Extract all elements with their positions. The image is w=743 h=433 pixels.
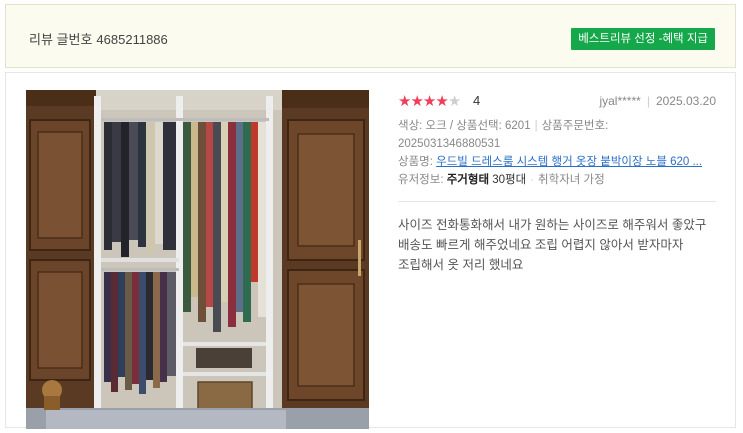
order-number-label: 상품주문번호: <box>541 120 609 132</box>
review-header: 리뷰 글번호 4685211886 베스트리뷰 선정 -혜택 지급 <box>5 4 736 68</box>
review-meta: jyal***** | 2025.03.20 <box>599 94 716 108</box>
user-info-line: 유저정보: 주거형태 30평대 · 취학자녀 가정 <box>398 171 716 189</box>
review-date: 2025.03.20 <box>655 94 716 108</box>
best-review-badge: 베스트리뷰 선정 -혜택 지급 <box>571 28 715 50</box>
star-rating: ★★★★★ <box>398 92 461 110</box>
user-info-extra: 취학자녀 가정 <box>538 174 605 186</box>
review-photo[interactable] <box>26 90 369 429</box>
star-icon: ★ <box>410 93 423 110</box>
review-number-value: 4685211886 <box>96 32 168 47</box>
rating-score: 4 <box>473 93 481 108</box>
closet-photo-image <box>26 90 369 429</box>
meta-divider: | <box>646 94 650 108</box>
star-icon: ★ <box>435 93 448 110</box>
order-number: 2025031346880531 <box>398 138 501 150</box>
review-body: 사이즈 전화통화해서 내가 원하는 사이즈로 해주워서 좋았구 배송도 빠르게 … <box>398 218 707 272</box>
user-info-housing-size: 30평대 <box>492 174 527 186</box>
info-divider <box>398 201 716 202</box>
star-icon: ★ <box>422 93 436 110</box>
star-icon: ★ <box>398 93 411 110</box>
review-number: 리뷰 글번호 4685211886 <box>29 29 168 48</box>
product-line: 상품명: 우드빌 드레스룸 시스템 행거 옷장 붙박이장 노블 620 ... <box>398 153 703 171</box>
user-info-divider: · <box>530 174 535 186</box>
option-divider: | <box>534 120 538 132</box>
user-info-housing-type: 주거형태 <box>446 174 490 186</box>
option-text: 색상: 오크 / 상품선택: 6201 <box>398 120 531 132</box>
user-info-label: 유저정보: <box>398 174 444 186</box>
review-info: ★★★★★ 4 jyal***** | 2025.03.20 색상: 오크 / 상품… <box>398 90 716 275</box>
star-empty-icon: ★ <box>447 93 461 110</box>
rating-row: ★★★★★ 4 jyal***** | 2025.03.20 <box>398 90 716 112</box>
review-number-label: 리뷰 글번호 <box>29 32 93 47</box>
review-card: ★★★★★ 4 jyal***** | 2025.03.20 색상: 오크 / 상품… <box>5 72 736 429</box>
product-label: 상품명: <box>398 156 433 168</box>
product-name-link[interactable]: 우드빌 드레스룸 시스템 행거 옷장 붙박이장 노블 620 ... <box>436 156 702 168</box>
option-line: 색상: 오크 / 상품선택: 6201 | 상품주문번호: <box>398 117 716 135</box>
reviewer-id: jyal***** <box>599 94 641 108</box>
